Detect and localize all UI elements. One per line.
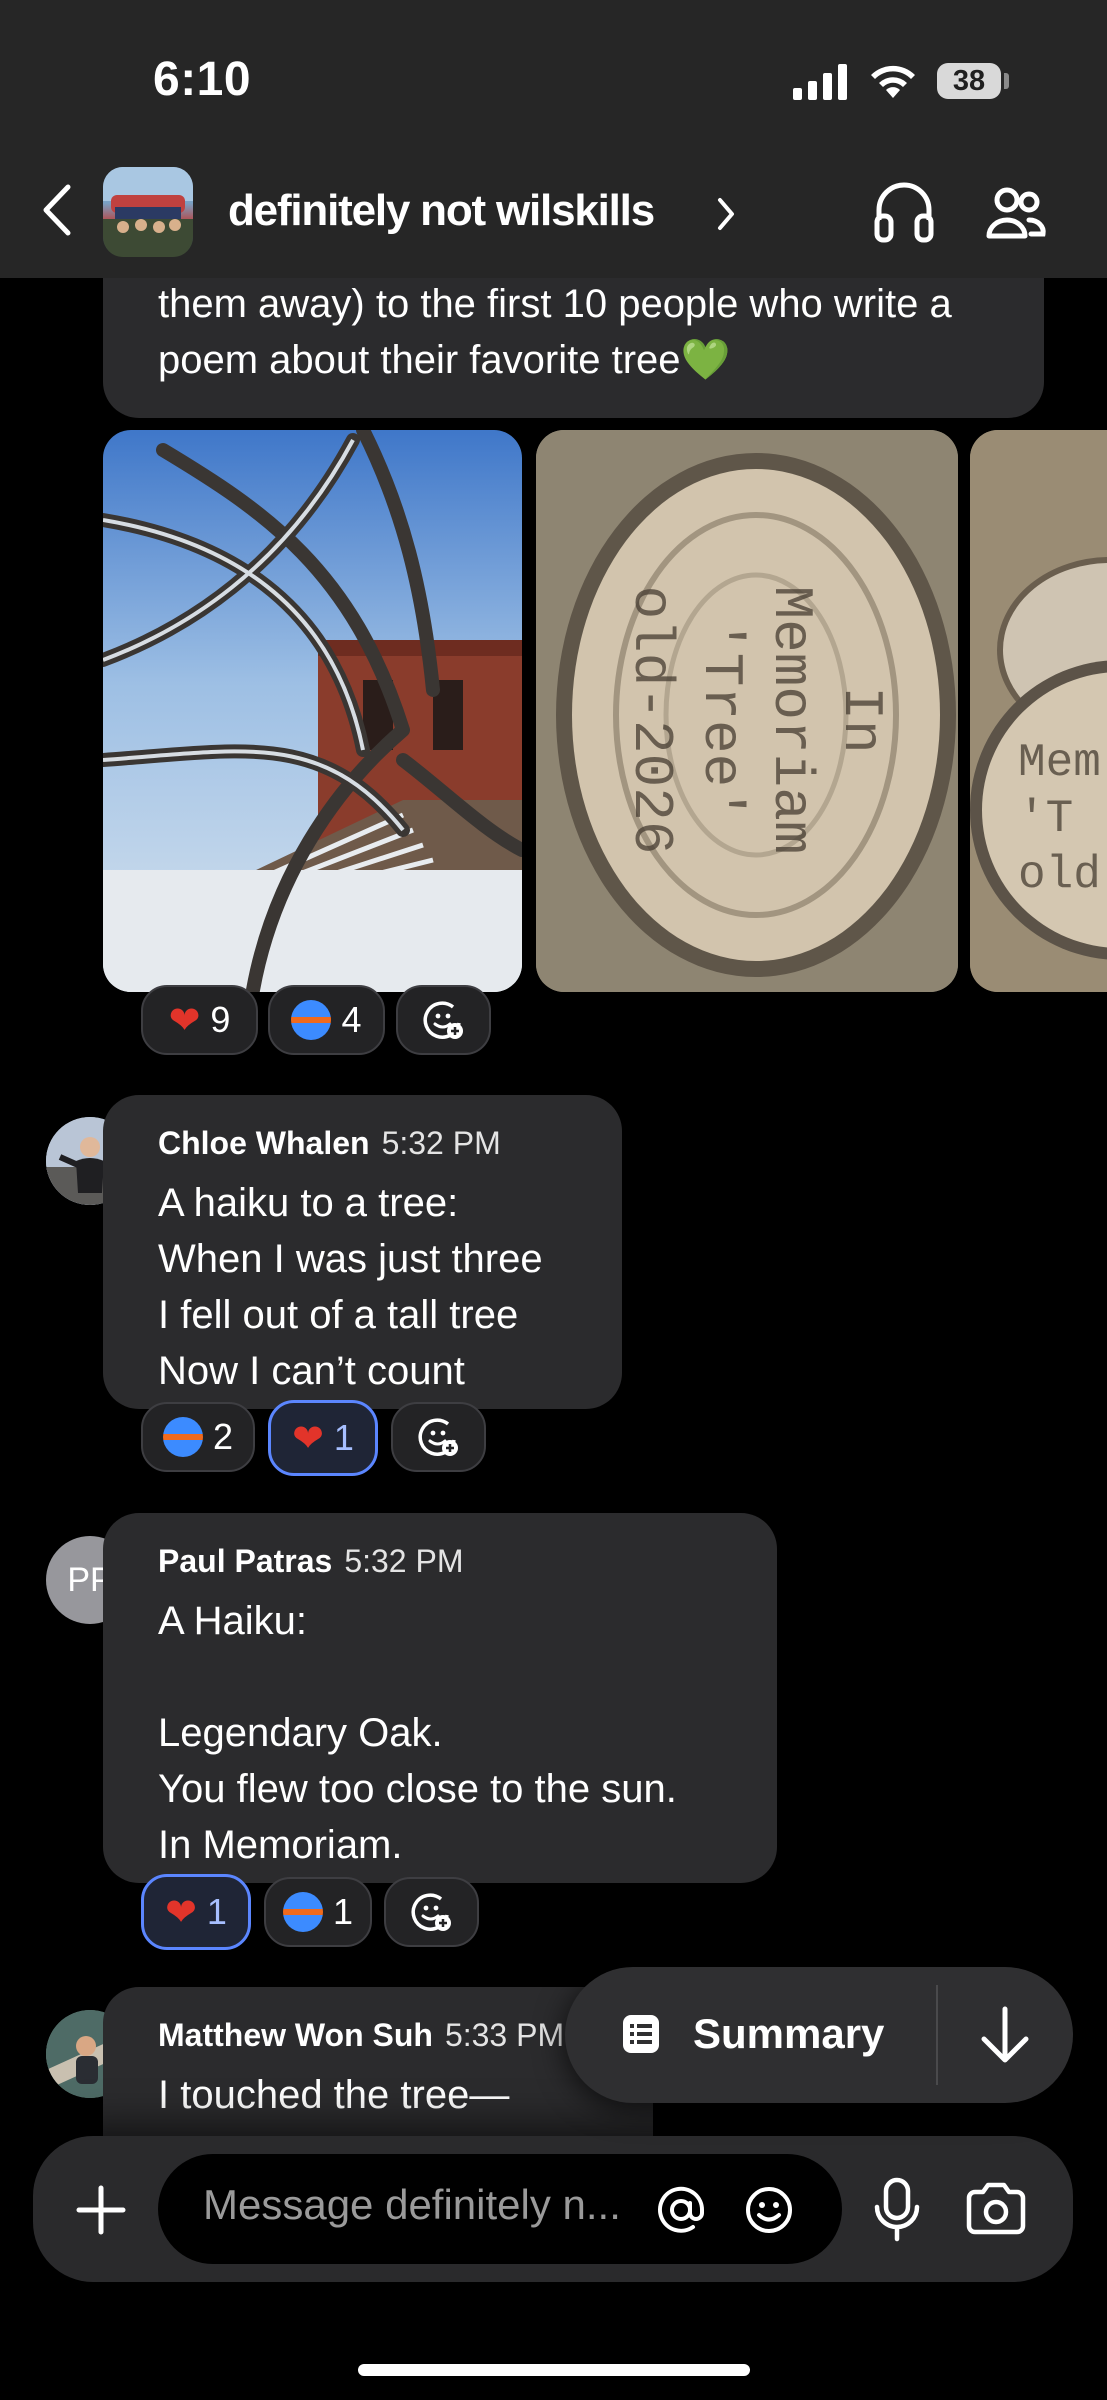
photo-wood-slices-partial[interactable]: Mem 'T old- (970, 430, 1107, 992)
message-bubble-chloe: Chloe Whalen 5:32 PM A haiku to a tree: W… (103, 1095, 622, 1409)
sender-name[interactable]: Paul Patras (158, 1543, 332, 1579)
heart-emoji-icon: ❤ (168, 999, 201, 1042)
add-reaction-button[interactable] (384, 1877, 479, 1947)
status-time: 6:10 (153, 53, 252, 106)
message-header: Matthew Won Suh 5:33 PM (158, 2017, 564, 2054)
ice-tree-image (103, 430, 522, 992)
engraved-text: In Memoriam 'Tree' old-2026 (619, 585, 893, 855)
scroll-to-bottom-arrow-icon[interactable] (978, 2005, 1032, 2065)
sender-name[interactable]: Matthew Won Suh (158, 2017, 433, 2053)
plus-icon[interactable] (75, 2184, 127, 2236)
headphones-icon[interactable] (873, 180, 935, 244)
summary-list-icon (623, 2015, 659, 2053)
reaction-swimsuit[interactable]: 2 (141, 1402, 255, 1472)
reaction-heart-selected[interactable]: ❤ 1 (268, 1400, 378, 1476)
wood-slices-image (970, 430, 1107, 992)
message-text: A haiku to a tree: When I was just three… (158, 1181, 543, 1393)
summary-button[interactable]: Summary (565, 1967, 935, 2103)
chat-title[interactable]: definitely not wilskills (228, 186, 655, 236)
reaction-heart[interactable]: ❤ 9 (141, 985, 258, 1055)
wifi-icon (871, 65, 915, 98)
members-icon[interactable] (985, 186, 1047, 240)
message-header: Paul Patras 5:32 PM (158, 1543, 463, 1580)
heart-emoji-icon: ❤ (292, 1417, 324, 1460)
message-text: A Haiku: Legendary Oak. You flew too clo… (158, 1599, 677, 1867)
reaction-swimsuit[interactable]: 1 (264, 1877, 372, 1947)
reaction-count: 9 (210, 999, 231, 1040)
message-text-line: poem about their favorite tree💚 (158, 338, 731, 382)
add-reaction-icon (418, 1418, 458, 1456)
home-indicator (358, 2364, 750, 2376)
group-avatar[interactable] (103, 167, 193, 257)
message-input-placeholder: Message definitely n... (203, 2181, 621, 2228)
message-text: I touched the tree— (158, 2073, 510, 2117)
engraved-text-partial: Mem 'T old- (1018, 737, 1107, 901)
sender-name[interactable]: Chloe Whalen (158, 1125, 370, 1161)
timestamp: 5:32 PM (381, 1125, 501, 1161)
heart-emoji-icon: ❤ (165, 1891, 197, 1934)
summary-label: Summary (693, 2010, 885, 2057)
photo-ice-tree[interactable] (103, 430, 522, 992)
reaction-swimsuit[interactable]: 4 (268, 985, 385, 1055)
timestamp: 5:32 PM (344, 1543, 464, 1579)
timestamp: 5:33 PM (444, 2017, 565, 2053)
battery-indicator: 38 (937, 63, 1001, 99)
cellular-signal-icon (793, 64, 847, 100)
battery-tip (1004, 73, 1009, 89)
add-reaction-icon (411, 1893, 451, 1931)
reaction-count: 4 (341, 999, 362, 1040)
photo-wood-slice[interactable]: In Memoriam 'Tree' old-2026 (536, 430, 958, 992)
emoji-icon[interactable] (744, 2185, 794, 2235)
back-chevron-icon[interactable] (40, 183, 74, 237)
microphone-icon[interactable] (871, 2177, 923, 2243)
message-header: Chloe Whalen 5:32 PM (158, 1125, 501, 1162)
swimsuit-emoji-icon (282, 1892, 323, 1932)
add-reaction-icon (423, 1001, 463, 1039)
camera-icon[interactable] (965, 2182, 1027, 2236)
message-text-line: them away) to the first 10 people who wr… (158, 282, 952, 326)
top-bar: 6:10 38 definitely not wilskills (0, 0, 1107, 278)
message-bubble-paul: Paul Patras 5:32 PM A Haiku: Legendary Oa… (103, 1513, 777, 1883)
reaction-count: 1 (333, 1417, 354, 1458)
reaction-count: 1 (206, 1891, 227, 1932)
swimsuit-emoji-icon (162, 1417, 203, 1457)
summary-divider (936, 1985, 938, 2085)
mention-at-icon[interactable] (656, 2185, 706, 2235)
reaction-count: 1 (332, 1891, 354, 1932)
swimsuit-emoji-icon (291, 1000, 332, 1040)
group-photo (103, 167, 193, 257)
reaction-heart-selected[interactable]: ❤ 1 (141, 1874, 251, 1950)
add-reaction-button[interactable] (391, 1402, 486, 1472)
reaction-count: 2 (212, 1416, 234, 1457)
add-reaction-button[interactable] (396, 985, 491, 1055)
chevron-right-icon[interactable] (716, 196, 736, 232)
